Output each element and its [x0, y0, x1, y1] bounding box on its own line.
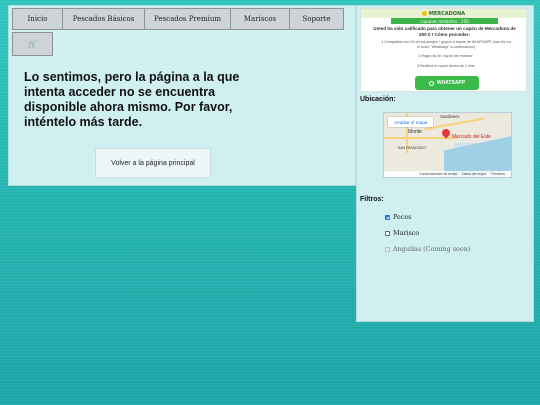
nav-item-soporte[interactable]: Soporte: [289, 8, 344, 30]
checkbox: [385, 246, 390, 252]
brand-logo-icon: [421, 11, 427, 16]
nav-item-mariscos[interactable]: Mariscos: [230, 8, 290, 30]
back-home-button[interactable]: Volver a la página principal: [95, 148, 211, 178]
map-place-label: Mercado del Este: [452, 134, 491, 140]
cart-icon: 🛒: [28, 40, 37, 48]
sidebar: MERCADONA cupones restantes : 250 Usted …: [356, 5, 534, 322]
filter-marisco[interactable]: Marisco: [385, 228, 419, 238]
coupons-remaining: cupones restantes : 250: [391, 18, 498, 24]
map-footer-link[interactable]: Términos: [491, 172, 505, 176]
map-label: SAN FRANCISCO: [398, 146, 426, 150]
cart-button[interactable]: 🛒: [12, 32, 53, 56]
map-footer-link[interactable]: Combinaciones de teclas: [419, 172, 457, 176]
checkbox[interactable]: [385, 214, 390, 220]
whatsapp-label: WHATSAPP: [436, 80, 466, 86]
map-label: Sardinero: [440, 114, 460, 119]
promo-step-3: 3.Recibirá el cupón dentro de 2 días: [417, 64, 475, 68]
nav-item-inicio[interactable]: Inicio: [12, 8, 63, 30]
whatsapp-button[interactable]: WHATSAPP: [415, 76, 479, 90]
filter-anguilas: Anguilas (Coming soon): [385, 244, 470, 254]
map-label: Monte: [408, 129, 422, 135]
promo-banner: MERCADONA cupones restantes : 250 Usted …: [360, 8, 527, 92]
enlarge-map-link[interactable]: Ampliar el mapa: [388, 117, 434, 127]
map-footer: Combinaciones de teclas Datos del mapa T…: [384, 171, 511, 177]
promo-step-2: 2.Haga clic en "cupón de reclamo": [418, 54, 474, 58]
filter-peces[interactable]: Peces: [385, 212, 411, 222]
filter-label: Marisco: [393, 229, 420, 237]
location-title: Ubicación:: [360, 96, 396, 103]
brand-bar: MERCADONA: [361, 9, 526, 18]
location-map[interactable]: Ampliar el mapa Sardinero Monte SAN FRAN…: [383, 112, 512, 178]
main-panel: Inicio Pescados Básicos Pescados Premium…: [8, 5, 356, 186]
promo-step-1: 1.Compártelo con 20 de tus amigos / grup…: [381, 40, 511, 49]
promo-headline: Usted ha sido calificado para obtener un…: [373, 26, 516, 37]
map-footer-link[interactable]: Datos del mapa: [462, 172, 486, 176]
brand-name: MERCADONA: [428, 10, 466, 17]
nav-item-pescados-basicos[interactable]: Pescados Básicos: [62, 8, 145, 30]
error-message: Lo sentimos, pero la página a la que int…: [24, 70, 240, 129]
filters-title: Filtros:: [360, 196, 384, 203]
filter-label: Peces: [393, 213, 412, 221]
filter-label: Anguilas (Coming soon): [393, 245, 471, 253]
whatsapp-icon: [428, 80, 434, 86]
nav-item-pescados-premium[interactable]: Pescados Premium: [144, 8, 231, 30]
checkbox[interactable]: [385, 230, 390, 236]
